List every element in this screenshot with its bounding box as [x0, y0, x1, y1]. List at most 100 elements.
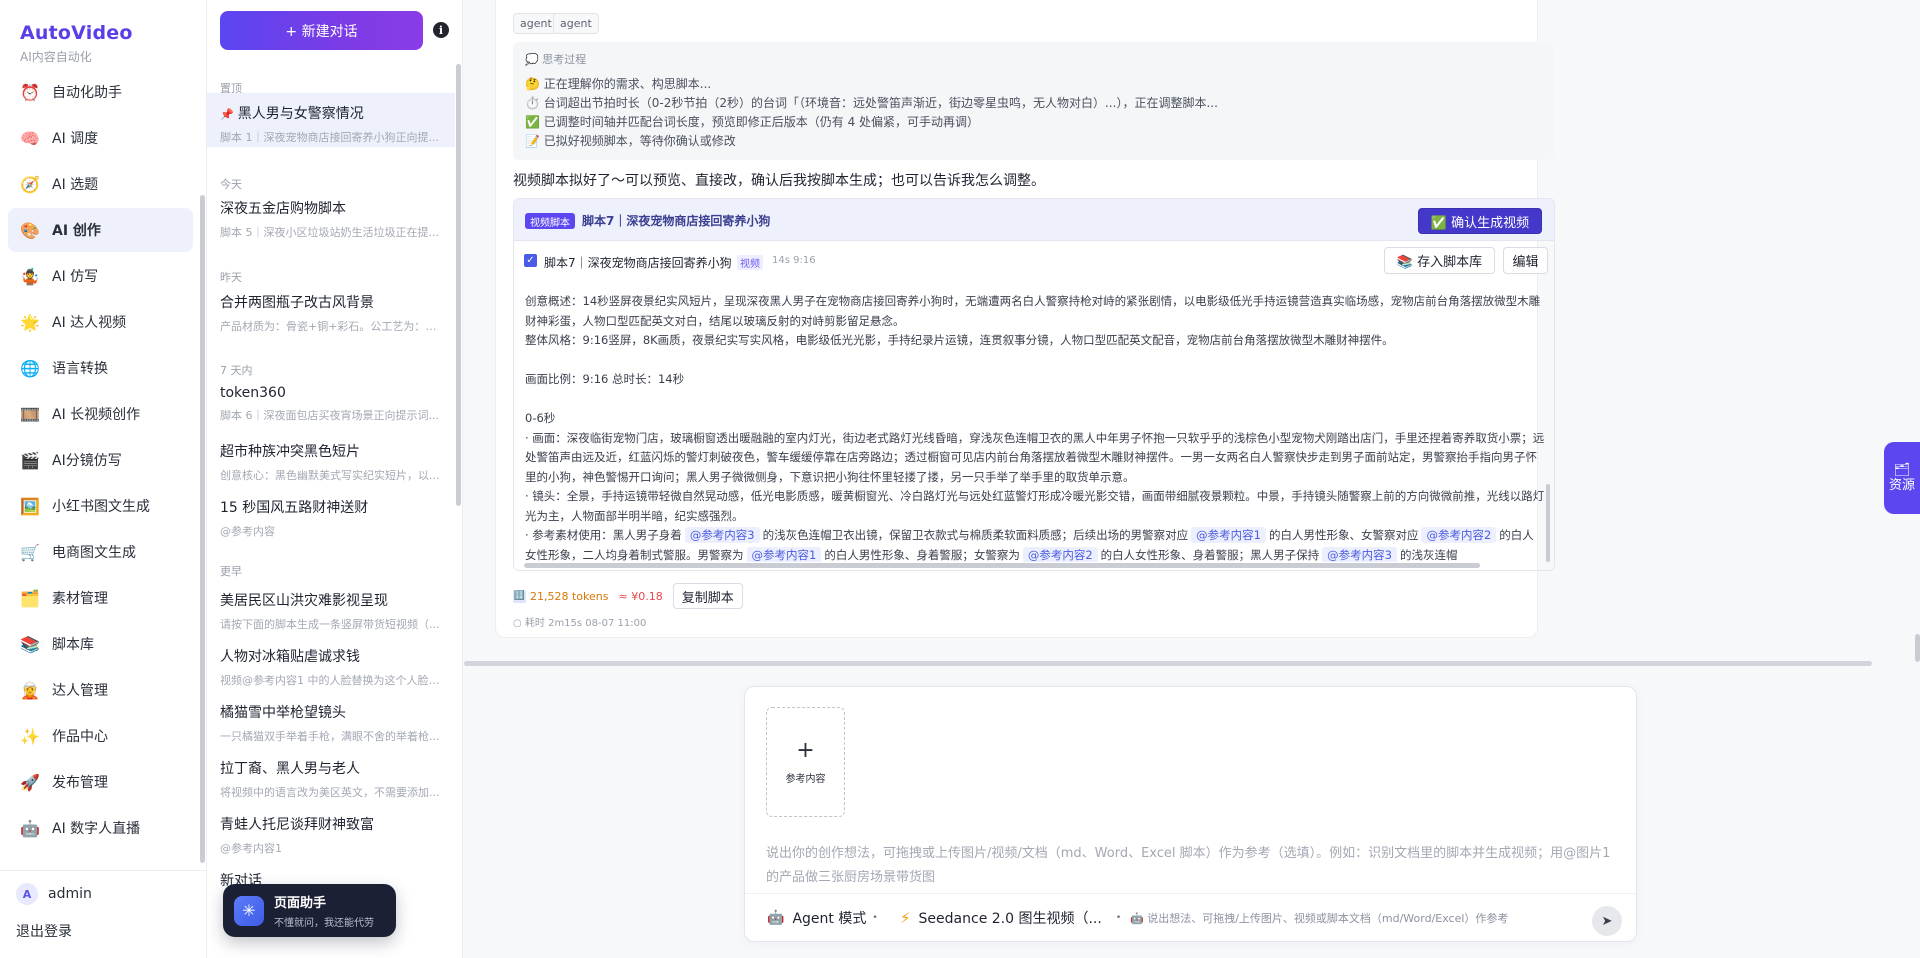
nav-item[interactable]: 🎨 AI 创作 [8, 208, 193, 252]
nav-item[interactable]: 🌟 AI 达人视频 [8, 300, 193, 344]
text-fragment: 的白人男性形象、女警察对应 [1268, 528, 1419, 542]
conversation-title-text: 美居民区山洪灾难影视呈现 [220, 593, 388, 609]
conversation-item[interactable]: 合并两图瓶子改古风背景 产品材质为：骨瓷+铜+彩石。公工艺为：镂... [207, 292, 455, 334]
clapper-icon: 🎬 [20, 450, 40, 470]
nav-item[interactable]: 🚀 发布管理 [8, 760, 193, 804]
thinking-line: 🤔 正在理解你的需求、构思脚本... [525, 77, 712, 91]
script-vertical-scrollbar[interactable] [1546, 484, 1550, 562]
conversation-group-label: 7 天内 [220, 364, 253, 377]
nav-item[interactable]: 🗂️ 素材管理 [8, 576, 193, 620]
conversation-item[interactable]: 📌 黑人男与女警察情况 脚本 1｜深夜宠物商店接回寄养小狗正向提... [207, 93, 455, 147]
confirm-generate-button[interactable]: ✅ 确认生成视频 [1418, 208, 1542, 234]
nav-item-label: AI 选题 [52, 177, 99, 193]
conversation-item[interactable]: 美居民区山洪灾难影视呈现 请按下面的脚本生成一条竖屏带货短视频（... [207, 590, 455, 632]
edit-button[interactable]: 编辑 [1503, 247, 1548, 274]
left-nav: AutoVideo AI内容自动化 ⏰ 自动化助手 🧠 AI 调度 🧭 AI 选题 🎨 AI … [0, 0, 207, 958]
thinking-line: ✅ 已调整时间轴并匹配台词长度，预览即修正后版本（仍有 4 处偏紧，可手动再调） [525, 115, 980, 129]
nav-item[interactable]: ⏰ 自动化助手 [8, 80, 193, 114]
conversation-item[interactable]: 橘猫雪中举枪望镜头 一只橘猫双手举着手枪，满眼不舍的举着枪... [207, 702, 455, 744]
nav-item[interactable]: 🤖 AI 数字人直播 [8, 806, 193, 850]
conversation-snippet: 创意核心：黑色幽默美式写实纪实短片，以... [220, 469, 440, 482]
folder-icon: 🗂 [1893, 463, 1911, 478]
conversation-title: 超市种族冲突黑色短片 [220, 441, 445, 461]
brand[interactable]: AutoVideo AI内容自动化 [20, 22, 133, 65]
add-reference-button[interactable]: + 参考内容 [766, 707, 845, 817]
page-helper-button[interactable]: ✳ 页面助手 不懂就问，我还能代劳 [223, 884, 396, 937]
reference-chip[interactable]: @参考内容1 [1191, 527, 1266, 543]
conversation-title: 15 秒国风五路财神送财 [220, 497, 445, 517]
logout-link[interactable]: 退出登录 [16, 921, 72, 941]
conversation-item[interactable]: 超市种族冲突黑色短片创意核心：黑色幽默美式写实纪实短片，以... [207, 441, 455, 483]
text-fragment: 的浅灰连帽 [1399, 547, 1458, 562]
nav-item[interactable]: 🛒 电商图文生成 [8, 530, 193, 574]
reference-chip[interactable]: @参考内容1 [746, 546, 822, 562]
token-usage: 🔢 21,528 tokens ≈ ¥0.18 复制脚本 [513, 583, 743, 609]
nav-item-label: 作品中心 [52, 729, 108, 745]
copy-script-button[interactable]: 复制脚本 [672, 583, 743, 609]
nav-item[interactable]: 🎬 AI分镜仿写 [8, 438, 193, 482]
conversation-item[interactable]: 青蛙人托尼谈拜财神致富 @参考内容1 [207, 814, 455, 856]
model-selector[interactable]: ⚡ Seedance 2.0 图生视频（... • [900, 908, 1121, 928]
nav-item-label: 语言转换 [52, 361, 108, 377]
nav-item[interactable]: 🌐 语言转换 [8, 346, 193, 390]
nav-scrollbar[interactable] [200, 195, 205, 863]
new-chat-button[interactable]: + 新建对话 [220, 11, 423, 50]
conversation-group-label: 昨天 [220, 271, 242, 284]
nav-item[interactable]: 🧠 AI 调度 [8, 116, 193, 160]
nav-item[interactable]: 🎞️ AI 长视频创作 [8, 392, 193, 436]
sparkles-icon: ✨ [20, 726, 40, 746]
main-area: agent agent 💭 思考过程 🤔 正在理解你的需求、构思脚本... ⏱️… [464, 0, 1920, 958]
nav-item[interactable]: 🧭 AI 选题 [8, 162, 193, 206]
star-icon: 🌟 [20, 312, 40, 332]
nav-item[interactable]: 🤹 AI 仿写 [8, 254, 193, 298]
conversation-title-text: 人物对冰箱贴虐诚求钱 [220, 649, 360, 665]
conversation-item[interactable]: token360 脚本 6｜深夜面包店买夜宵场景正向提示词... [207, 385, 455, 423]
books-icon: 📚 [20, 634, 40, 654]
prompt-input[interactable] [766, 842, 1618, 890]
save-to-library-button[interactable]: 📚 存入脚本库 [1384, 247, 1495, 274]
conversation-title: 青蛙人托尼谈拜财神致富 [220, 814, 445, 834]
send-button[interactable]: ➤ [1592, 906, 1622, 936]
plus-icon: + [796, 737, 815, 763]
assistant-message: agent agent 💭 思考过程 🤔 正在理解你的需求、构思脚本... ⏱️… [495, 0, 1555, 638]
nav-item-label: AI分镜仿写 [52, 453, 122, 469]
resources-tab[interactable]: 🗂 资源 [1884, 442, 1920, 514]
script-meta: 14s 9:16 [772, 255, 816, 266]
nav-item-label: 发布管理 [52, 775, 108, 791]
main-vertical-scrollbar[interactable] [1915, 634, 1920, 662]
script-horizontal-scrollbar[interactable] [524, 563, 1480, 568]
nav-item-label: 达人管理 [52, 683, 108, 699]
script-badge: 视频脚本 [525, 213, 575, 229]
conversation-title-text: token360 [220, 385, 286, 401]
reference-chip[interactable]: @参考内容2 [1022, 546, 1098, 562]
composer-toolbar: 🤖 Agent 模式 • ⚡ Seedance 2.0 图生视频（... • 🤖… [745, 893, 1636, 941]
main-horizontal-scrollbar[interactable] [464, 661, 1872, 666]
reply-text: 视频脚本拟好了～可以预览、直接改，确认后我按脚本生成；也可以告诉我怎么调整。 [513, 173, 1045, 189]
script-type-tag: 视频 [737, 255, 763, 270]
chevron-down-icon: • [872, 913, 878, 923]
conversation-item[interactable]: 人物对冰箱贴虐诚求钱 视频@参考内容1 中的人脸替换为这个人脸@... [207, 646, 455, 688]
cart-icon: 🛒 [20, 542, 40, 562]
conversation-title: 美居民区山洪灾难影视呈现 [220, 590, 445, 610]
conversation-item[interactable]: 拉丁裔、黑人男与老人 将视频中的语言改为美区英文，不需要添加... [207, 758, 455, 800]
reference-chip[interactable]: @参考内容3 [684, 527, 760, 543]
add-reference-label: 参考内容 [785, 773, 826, 785]
nav-item[interactable]: ✨ 作品中心 [8, 714, 193, 758]
conversation-item[interactable]: 15 秒国风五路财神送财 @参考内容 [207, 497, 455, 539]
picture-icon: 🖼️ [20, 496, 40, 516]
reference-chip[interactable]: @参考内容2 [1421, 527, 1497, 543]
nav-item[interactable]: 📚 脚本库 [8, 622, 193, 666]
reference-chip[interactable]: @参考内容3 [1322, 546, 1397, 562]
info-icon[interactable]: i [433, 22, 449, 38]
conversation-title-text: 超市种族冲突黑色短片 [220, 444, 360, 460]
nav-item[interactable]: 🧝 达人管理 [8, 668, 193, 712]
thinking-title: 💭 思考过程 [525, 53, 587, 66]
conversation-title-text: 拉丁裔、黑人男与老人 [220, 761, 360, 777]
script-checkbox[interactable]: ✓ [524, 254, 537, 267]
user-row[interactable]: A admin [16, 883, 92, 905]
conversation-item[interactable]: 深夜五金店购物脚本 脚本 5｜深夜小区垃圾站奶生活垃圾正在提... [207, 198, 455, 240]
conversation-snippet: 脚本 6｜深夜面包店买夜宵场景正向提示词... [220, 409, 439, 422]
conversation-scrollbar[interactable] [456, 64, 461, 506]
mode-selector[interactable]: 🤖 Agent 模式 • [767, 908, 878, 928]
nav-item[interactable]: 🖼️ 小红书图文生成 [8, 484, 193, 528]
